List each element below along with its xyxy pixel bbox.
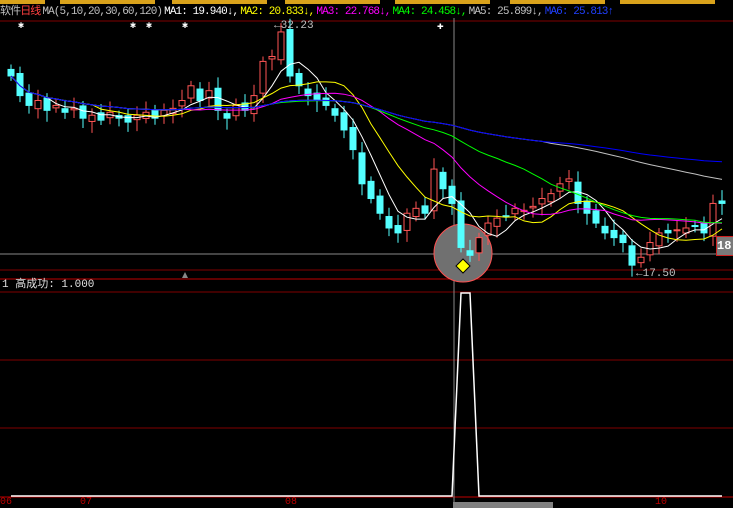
candle-down: [601, 225, 609, 234]
candle-up: [709, 202, 717, 237]
ma2-value: MA2: 20.833↓,: [240, 6, 315, 18]
star-marker-icon: ✱: [182, 21, 188, 32]
indicator-label: 1 高成功: 1.000: [2, 279, 95, 291]
candle-down: [61, 108, 69, 113]
candle-down: [376, 195, 384, 214]
candle-down: [358, 152, 366, 185]
ma4-value: MA4: 24.458↓,: [392, 6, 468, 18]
candle-up: [538, 198, 546, 205]
candle-down: [367, 180, 375, 200]
candle-down: [349, 127, 357, 151]
candle-up: [88, 114, 96, 122]
last-price-tag: 18: [716, 236, 733, 256]
candle-down: [385, 216, 393, 229]
candle-up: [511, 207, 519, 215]
candle-down: [79, 105, 87, 119]
ma-params: MA(5,10,20,30,60,120): [42, 6, 163, 18]
ma5-line: [10, 75, 723, 180]
candle-down: [628, 245, 636, 266]
triangle-marker-icon: [182, 272, 188, 278]
low-price-label: ←17.50: [636, 268, 676, 280]
candle-down: [421, 205, 429, 214]
candle-down: [7, 68, 15, 77]
candle-down: [718, 200, 726, 204]
star-marker-icon: ✱: [146, 21, 152, 32]
candle-up: [565, 178, 573, 182]
candle-down: [610, 229, 618, 239]
candle-up: [34, 100, 42, 110]
candle-down: [286, 28, 294, 77]
candle-up: [277, 31, 285, 61]
candle-up: [547, 193, 555, 203]
candle-up: [493, 217, 501, 227]
ma-legend: 软件日线 MA(5,10,20,30,60,120) MA1: 19.940↓, MA…: [0, 4, 733, 20]
candle-down: [466, 250, 474, 256]
candle-up: [259, 60, 267, 94]
candle-down: [457, 200, 465, 248]
ma5-value: MA5: 25.899↓,: [468, 6, 544, 18]
candle-up: [475, 237, 483, 254]
candle-down: [394, 225, 402, 234]
high-price-label: ←32.23: [274, 20, 314, 32]
candle-down: [196, 88, 204, 102]
period-label[interactable]: 日线: [20, 6, 41, 18]
x-label: 08: [285, 497, 298, 508]
candle-up: [412, 207, 420, 218]
ma6-line: [10, 75, 723, 163]
candle-up: [529, 205, 537, 209]
candle-down: [664, 229, 672, 234]
candle-down: [124, 115, 132, 123]
candle-up: [673, 229, 681, 232]
plus-marker-icon: ✚: [437, 21, 444, 33]
candle-down: [448, 185, 456, 204]
x-label: 06: [0, 497, 13, 508]
candle-up: [430, 168, 438, 212]
candle-up: [637, 256, 645, 264]
ma6-value: MA6: 25.813↑: [544, 6, 614, 18]
candle-down: [25, 92, 33, 106]
kline-chart[interactable]: ←32.23 ←17.50 ✱ ✱ ✱ ✱ ✚: [0, 0, 733, 508]
candle-up: [268, 55, 276, 60]
candle-down: [691, 225, 699, 228]
star-marker-icon: ✱: [18, 21, 24, 32]
ma2-line: [10, 75, 723, 241]
candle-up: [52, 104, 60, 109]
crosshair-date-box: [453, 502, 553, 508]
candle-down: [331, 108, 339, 116]
ma1-value: MA1: 19.940↓,: [164, 6, 239, 18]
candle-up: [250, 95, 258, 115]
candle-down: [16, 73, 24, 97]
x-label: 07: [80, 497, 93, 508]
candle-down: [583, 200, 591, 214]
candle-down: [340, 112, 348, 131]
candle-down: [43, 97, 51, 111]
candle-down: [322, 97, 330, 106]
candle-down: [439, 171, 447, 190]
x-label: 10: [655, 497, 668, 508]
candle-down: [619, 234, 627, 244]
candle-up: [187, 85, 195, 99]
candle-up: [178, 100, 186, 107]
candle-down: [295, 73, 303, 87]
candle-down: [592, 210, 600, 224]
indicator-line: [11, 292, 722, 497]
title-prefix: 软件: [0, 6, 21, 18]
ma3-value: MA3: 22.768↓,: [316, 6, 391, 18]
candle-down: [223, 113, 231, 119]
star-marker-icon: ✱: [130, 21, 136, 32]
